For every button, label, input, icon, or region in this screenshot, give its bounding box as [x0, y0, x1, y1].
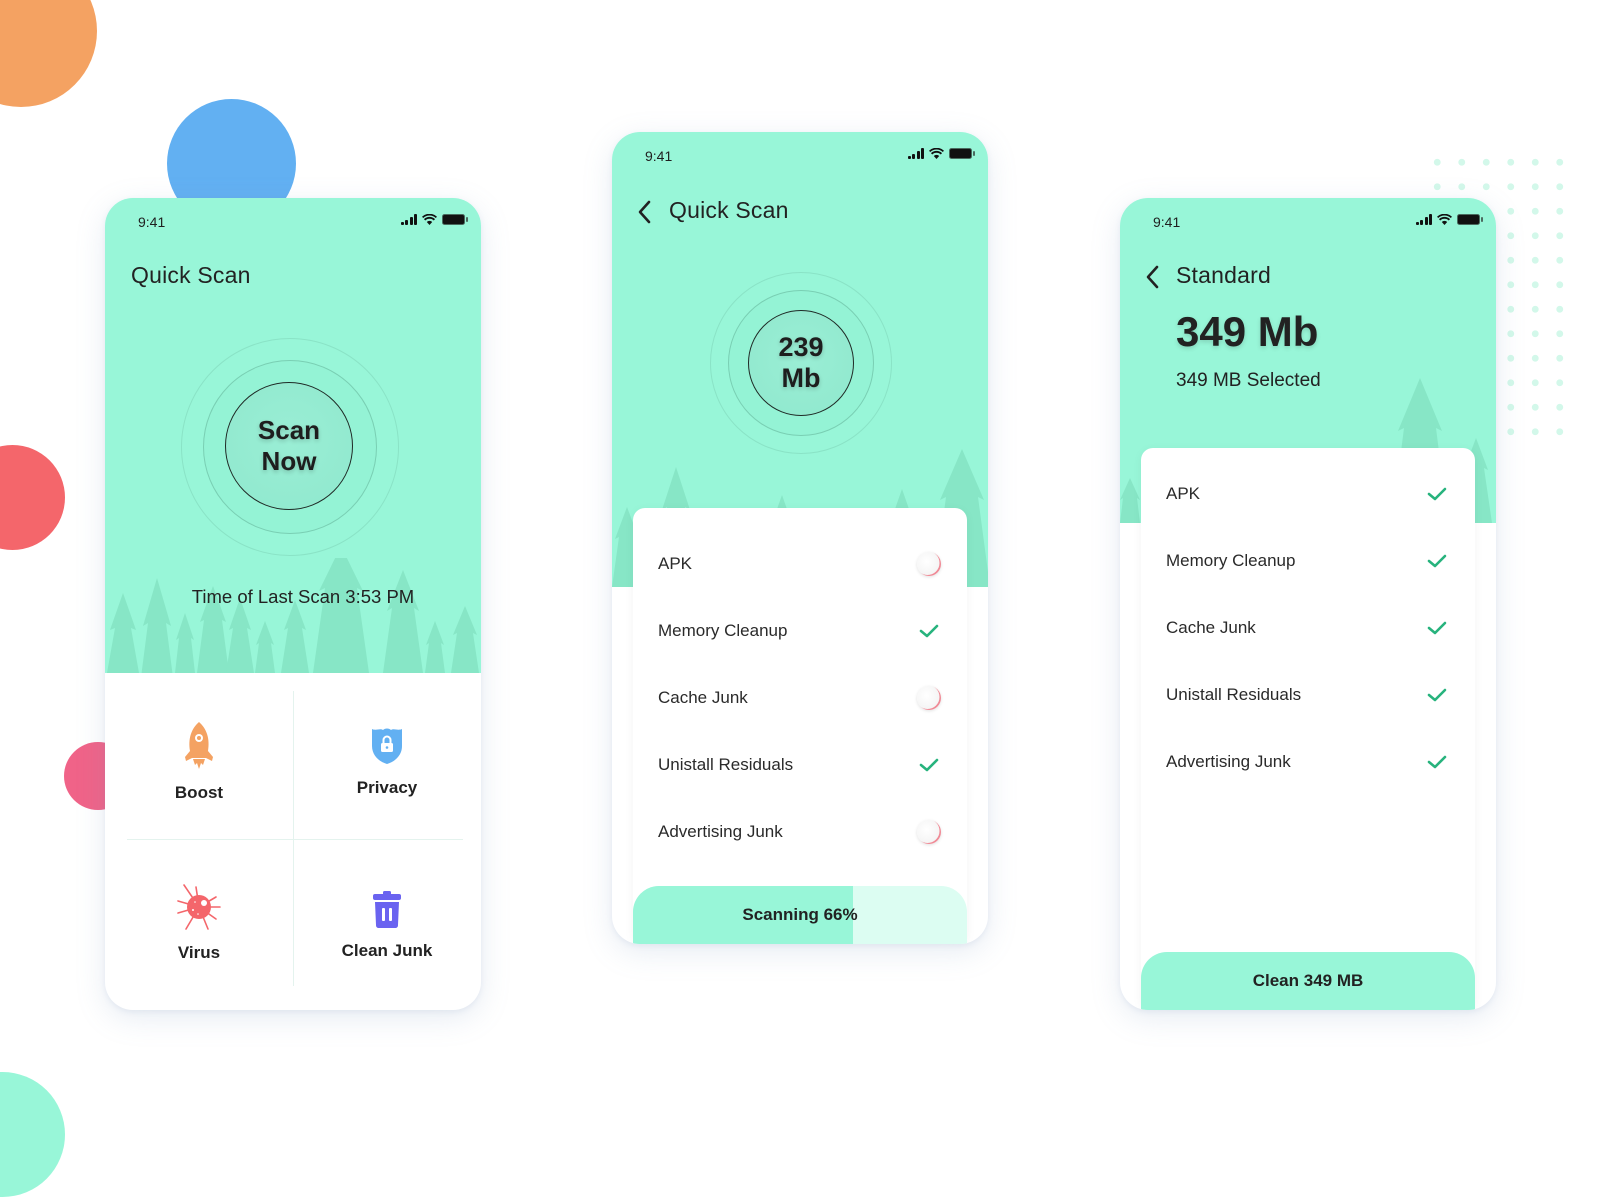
- checkmark-icon: [1427, 554, 1447, 568]
- item-status[interactable]: [916, 819, 942, 845]
- shield-lock-icon: [372, 728, 402, 764]
- status-bar: 9:41: [1120, 198, 1496, 246]
- list-item: Unistall Residuals: [633, 745, 967, 785]
- list-item: Advertising Junk: [633, 812, 967, 852]
- pending-spinner-icon: [917, 820, 941, 844]
- item-label: Advertising Junk: [1166, 752, 1291, 771]
- signal-icon: [907, 148, 924, 159]
- tile-virus-label: Virus: [177, 943, 221, 962]
- checkmark-icon: [1427, 688, 1447, 702]
- battery-icon: [442, 214, 468, 225]
- item-label: Advertising Junk: [658, 822, 783, 841]
- list-item: Memory Cleanup: [633, 611, 967, 651]
- tile-clean-junk-label: Clean Junk: [341, 941, 433, 960]
- item-checkbox[interactable]: [1424, 481, 1450, 507]
- list-item: Cache Junk: [1141, 608, 1475, 648]
- decor-mint-circle: [0, 1072, 65, 1197]
- virus-icon: [177, 884, 221, 930]
- trash-icon: [373, 891, 401, 928]
- list-item: APK: [1141, 474, 1475, 514]
- list-item: Memory Cleanup: [1141, 541, 1475, 581]
- tile-virus[interactable]: Virus: [105, 883, 293, 963]
- item-checkbox[interactable]: [1424, 548, 1450, 574]
- decor-orange-circle: [0, 0, 97, 107]
- item-label: Memory Cleanup: [1166, 551, 1296, 570]
- tile-privacy-label: Privacy: [356, 778, 418, 797]
- size-value: 239: [778, 332, 824, 362]
- phone-home-screen: 9:41 Quick Scan Scan Now Time of Last Sc…: [105, 198, 481, 1010]
- back-chevron-icon[interactable]: [1146, 265, 1160, 289]
- checkmark-icon: [1427, 487, 1447, 501]
- item-label: Memory Cleanup: [658, 621, 788, 640]
- rocket-icon: [185, 722, 213, 769]
- item-label: APK: [658, 554, 693, 573]
- status-time: 9:41: [1153, 214, 1181, 230]
- status-bar: 9:41: [105, 198, 481, 246]
- item-label: Cache Junk: [658, 688, 748, 707]
- status-time: 9:41: [645, 148, 673, 164]
- phone-results-screen: 9:41 Standard 349 Mb 349 MB Selected APK: [1120, 198, 1496, 1010]
- item-label: Unistall Residuals: [1166, 685, 1302, 704]
- checkmark-icon: [919, 624, 939, 638]
- item-label: APK: [1166, 484, 1201, 503]
- wifi-icon: [422, 214, 437, 225]
- page-title: Quick Scan: [669, 197, 789, 223]
- scan-now-button[interactable]: Scan Now: [225, 382, 353, 510]
- item-status[interactable]: [916, 551, 942, 577]
- list-item: Cache Junk: [633, 678, 967, 718]
- clean-button[interactable]: Clean 349 MB: [1141, 952, 1475, 1010]
- page-title: Standard: [1176, 262, 1271, 288]
- scanning-progress-bar[interactable]: Scanning 66%: [633, 886, 967, 944]
- list-item: APK: [633, 544, 967, 584]
- wifi-icon: [1437, 214, 1452, 225]
- item-status[interactable]: [916, 618, 942, 644]
- item-status[interactable]: [916, 685, 942, 711]
- result-items-card: APK Memory Cleanup Cache Junk Unistall R…: [1141, 448, 1475, 1010]
- scan-now-line2: Now: [261, 446, 317, 476]
- list-item: Advertising Junk: [1141, 742, 1475, 782]
- hero-panel: 9:41 Quick Scan Scan Now Time of Last Sc…: [105, 198, 481, 673]
- forest-illustration: [107, 558, 479, 673]
- item-checkbox[interactable]: [1424, 682, 1450, 708]
- tile-boost-label: Boost: [174, 783, 224, 802]
- checkmark-icon: [1427, 755, 1447, 769]
- scan-items-card: APK Memory Cleanup Cache Junk Unistall R…: [633, 508, 967, 944]
- phone-scanning-screen: 9:41 Quick Scan 239 Mb APK Memory Cleanu…: [612, 132, 988, 944]
- scanned-size-display: 239 Mb: [748, 310, 854, 416]
- pending-spinner-icon: [917, 686, 941, 710]
- tile-privacy[interactable]: Privacy: [293, 726, 481, 798]
- tile-clean-junk[interactable]: Clean Junk: [293, 891, 481, 961]
- back-chevron-icon[interactable]: [638, 200, 652, 224]
- item-checkbox[interactable]: [1424, 615, 1450, 641]
- item-status[interactable]: [916, 752, 942, 778]
- grid-divider-horizontal: [127, 839, 463, 840]
- size-unit: Mb: [781, 363, 821, 393]
- progress-label: Scanning 66%: [742, 905, 858, 924]
- decor-red-circle: [0, 445, 65, 550]
- signal-icon: [1415, 214, 1432, 225]
- feature-grid: Boost Privacy Virus Clean Junk: [105, 673, 481, 1010]
- last-scan-time: Time of Last Scan 3:53 PM: [191, 586, 415, 607]
- wifi-icon: [929, 148, 944, 159]
- status-time: 9:41: [138, 214, 166, 230]
- signal-icon: [400, 214, 417, 225]
- status-bar: 9:41: [612, 132, 988, 180]
- list-item: Unistall Residuals: [1141, 675, 1475, 715]
- tile-boost[interactable]: Boost: [105, 721, 293, 803]
- battery-icon: [949, 148, 975, 159]
- pending-spinner-icon: [917, 552, 941, 576]
- scan-now-line1: Scan: [257, 415, 321, 445]
- battery-icon: [1457, 214, 1483, 225]
- checkmark-icon: [1427, 621, 1447, 635]
- item-label: Cache Junk: [1166, 618, 1256, 637]
- page-title: Quick Scan: [131, 262, 251, 288]
- item-label: Unistall Residuals: [658, 755, 794, 774]
- checkmark-icon: [919, 758, 939, 772]
- item-checkbox[interactable]: [1424, 749, 1450, 775]
